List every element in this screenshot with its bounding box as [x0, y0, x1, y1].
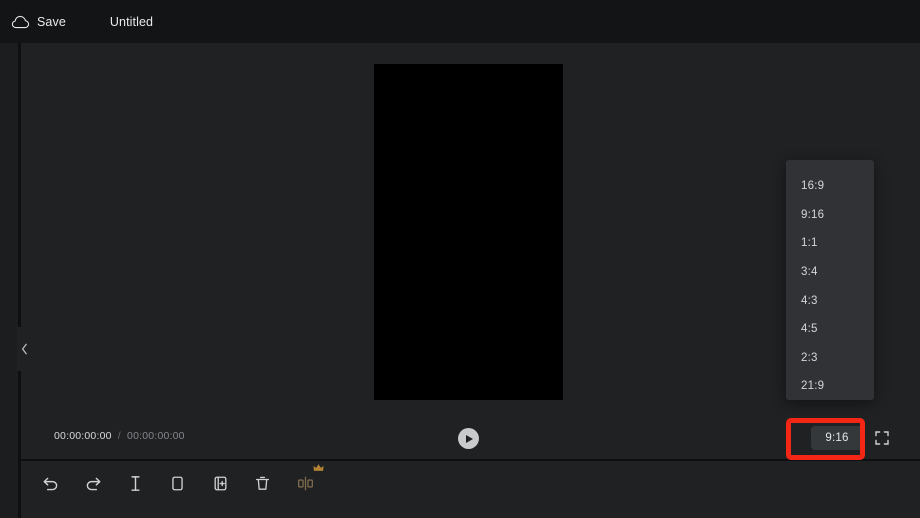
mirror-icon — [296, 474, 315, 493]
redo-button[interactable] — [78, 468, 108, 498]
app-header: Save Untitled — [0, 0, 920, 43]
redo-icon — [84, 474, 103, 493]
duplicate-button[interactable] — [205, 468, 235, 498]
cloud-icon — [11, 15, 30, 29]
copy-icon — [168, 474, 187, 493]
undo-icon — [41, 474, 60, 493]
save-button[interactable]: Save — [11, 15, 66, 29]
left-rail — [0, 43, 18, 518]
aspect-option-4-3[interactable]: 4:3 — [786, 286, 874, 315]
aspect-ratio-value: 9:16 — [825, 432, 849, 444]
aspect-option-1-1[interactable]: 1:1 — [786, 229, 874, 258]
save-label: Save — [37, 14, 66, 29]
aspect-option-21-9[interactable]: 21:9 — [786, 372, 874, 401]
delete-icon — [253, 474, 272, 493]
project-title[interactable]: Untitled — [110, 15, 153, 29]
aspect-option-16-9[interactable]: 16:9 — [786, 172, 874, 201]
chevron-left-icon — [21, 343, 28, 355]
edit-toolbar — [21, 461, 920, 518]
delete-button[interactable] — [247, 468, 277, 498]
play-button[interactable] — [458, 428, 479, 449]
time-separator: / — [117, 430, 121, 442]
timecode-display: 00:00:00:00 / 00:00:00:00 — [54, 430, 185, 442]
video-editor-app: Save Untitled 00:00:00:00 / 00:00:00:00 … — [0, 0, 920, 518]
undo-button[interactable] — [35, 468, 65, 498]
pro-badge-icon — [313, 464, 324, 471]
aspect-option-2-3[interactable]: 2:3 — [786, 344, 874, 373]
play-icon — [466, 434, 473, 443]
mirror-button[interactable] — [290, 464, 324, 498]
aspect-option-3-4[interactable]: 3:4 — [786, 258, 874, 287]
playback-bar: 00:00:00:00 / 00:00:00:00 9:16 — [21, 416, 920, 459]
fullscreen-icon — [875, 431, 889, 445]
aspect-option-4-5[interactable]: 4:5 — [786, 315, 874, 344]
split-icon — [126, 474, 145, 493]
sidebar-collapse-button[interactable] — [17, 327, 32, 371]
aspect-ratio-menu[interactable]: 16:9 9:16 1:1 3:4 4:3 4:5 2:3 21:9 — [786, 160, 874, 400]
split-button[interactable] — [120, 468, 150, 498]
video-preview-canvas[interactable] — [374, 64, 563, 400]
fullscreen-button[interactable] — [871, 427, 893, 449]
total-time: 00:00:00:00 — [127, 430, 185, 442]
rail-divider — [18, 43, 21, 518]
copy-button[interactable] — [162, 468, 192, 498]
current-time: 00:00:00:00 — [54, 430, 112, 442]
aspect-option-9-16[interactable]: 9:16 — [786, 201, 874, 230]
aspect-ratio-button[interactable]: 9:16 — [811, 426, 863, 450]
duplicate-icon — [211, 474, 230, 493]
